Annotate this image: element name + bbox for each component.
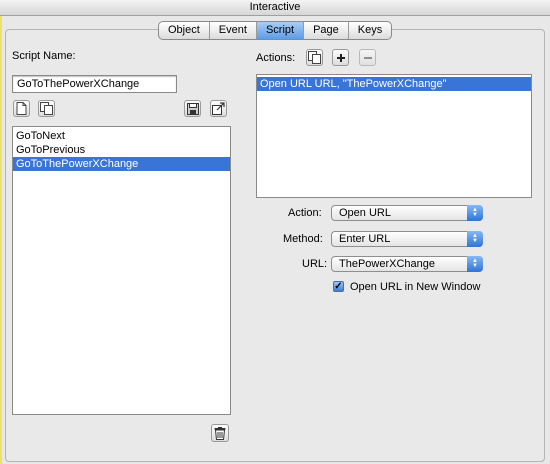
url-label: URL: (302, 258, 328, 270)
script-name-field[interactable]: GoToThePowerXChange (12, 75, 177, 93)
new-window-label: Open URL in New Window (350, 281, 481, 293)
script-list-item[interactable]: GoToPrevious (13, 143, 230, 157)
popup-arrows-icon: ▲ ▼ (467, 231, 483, 247)
save-icon (186, 102, 199, 115)
duplicate-script-button[interactable] (38, 100, 55, 117)
method-label: Method: (283, 233, 323, 245)
actions-label: Actions: (256, 52, 296, 64)
tab-event[interactable]: Event (210, 22, 257, 39)
url-popup[interactable]: ThePowerXChange ▲ ▼ (331, 256, 483, 272)
add-action-button[interactable] (332, 49, 349, 66)
tab-object[interactable]: Object (159, 22, 210, 39)
export-icon (212, 102, 225, 115)
action-popup[interactable]: Open URL ▲ ▼ (331, 205, 483, 221)
duplicate-icon (40, 102, 53, 115)
tab-page[interactable]: Page (304, 22, 349, 39)
save-script-button[interactable] (184, 100, 201, 117)
tab-keys[interactable]: Keys (349, 22, 391, 39)
remove-action-button[interactable] (359, 49, 376, 66)
new-document-icon (16, 102, 27, 115)
background-edge (0, 16, 2, 464)
plus-icon (336, 53, 345, 62)
script-name-label: Script Name: (12, 50, 76, 62)
minus-icon (363, 56, 372, 59)
script-list-item[interactable]: GoToNext (13, 129, 230, 143)
export-script-button[interactable] (210, 100, 227, 117)
actions-list[interactable]: Open URL URL, "ThePowerXChange" (256, 74, 532, 198)
action-popup-value: Open URL (339, 207, 391, 219)
script-list-item[interactable]: GoToThePowerXChange (13, 157, 230, 171)
window-title: Interactive (0, 0, 550, 16)
method-popup-value: Enter URL (339, 233, 391, 245)
popup-arrows-icon: ▲ ▼ (467, 256, 483, 272)
delete-script-button[interactable] (211, 424, 229, 442)
script-list[interactable]: GoToNext GoToPrevious GoToThePowerXChang… (12, 126, 231, 415)
method-popup[interactable]: Enter URL ▲ ▼ (331, 231, 483, 247)
tab-script[interactable]: Script (256, 22, 305, 39)
new-window-checkbox[interactable]: ✓ (333, 281, 344, 292)
action-list-item[interactable]: Open URL URL, "ThePowerXChange" (257, 77, 531, 91)
tab-bar: Object Event Script Page Keys (158, 21, 393, 40)
copy-icon (308, 51, 321, 64)
trash-icon (214, 426, 226, 440)
action-label: Action: (288, 207, 322, 219)
popup-arrows-icon: ▲ ▼ (467, 205, 483, 221)
new-script-button[interactable] (13, 100, 30, 117)
copy-action-button[interactable] (306, 49, 323, 66)
url-popup-value: ThePowerXChange (339, 258, 436, 270)
